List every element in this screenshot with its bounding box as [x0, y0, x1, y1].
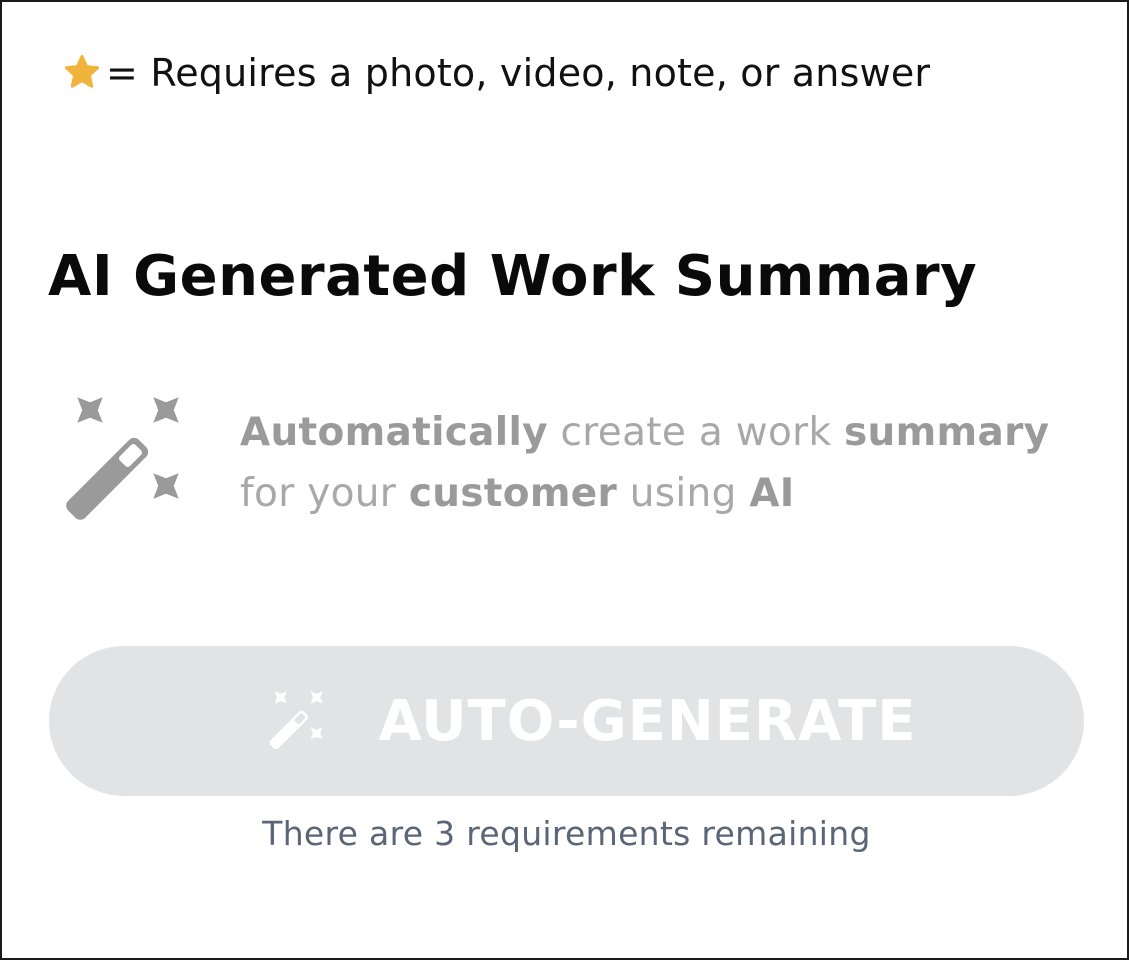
auto-generate-button[interactable]: AUTO-GENERATE: [49, 646, 1084, 796]
section-title: AI Generated Work Summary: [48, 244, 978, 309]
magic-wand-icon: [66, 397, 179, 520]
promo-emphasis-text: summary: [844, 410, 1050, 455]
promo-emphasis-text: AI: [749, 471, 795, 516]
promo-emphasis-text: customer: [408, 471, 618, 516]
promo-text-segment: for your: [240, 471, 409, 516]
work-summary-panel: = Requires a photo, video, note, or answ…: [0, 0, 1129, 960]
promo-description: Automatically create a work summary for …: [240, 402, 1100, 524]
promo-text-segment: create a work: [547, 410, 845, 455]
promo-line-1: Automatically create a work summary: [240, 402, 1100, 463]
star-icon: [64, 55, 100, 88]
promo-emphasis-text: Automatically: [240, 410, 548, 455]
requirement-legend: = Requires a photo, video, note, or answ…: [62, 50, 930, 96]
auto-generate-label: AUTO-GENERATE: [378, 688, 917, 754]
magic-wand-icon: [269, 691, 324, 750]
promo-text-segment: using: [617, 471, 750, 516]
legend-text: = Requires a photo, video, note, or answ…: [106, 51, 931, 95]
promo-line-2: for your customer using AI: [240, 463, 1100, 524]
requirements-remaining-text: There are 3 requirements remaining: [262, 814, 871, 853]
